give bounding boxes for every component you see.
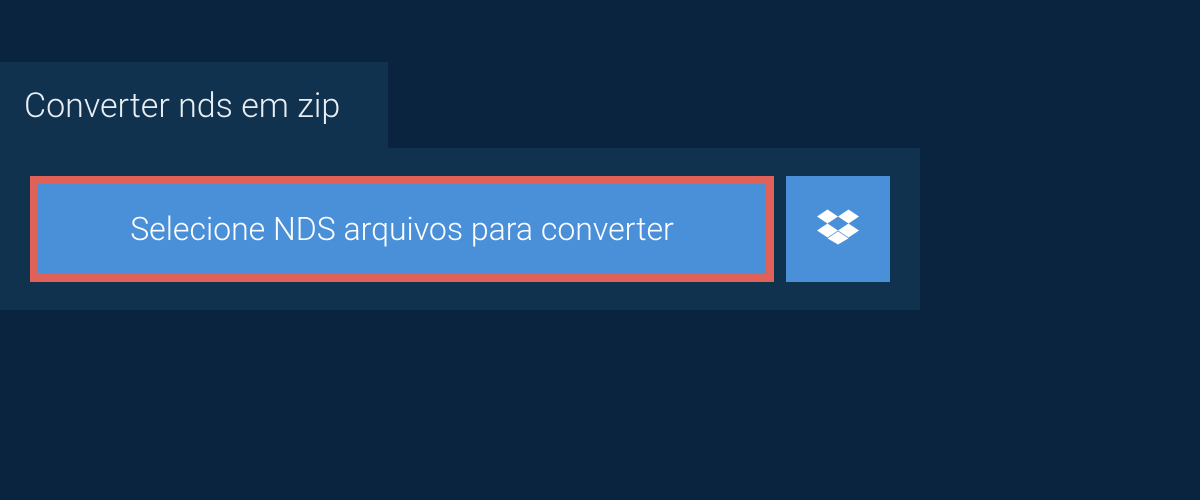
page-title: Converter nds em zip bbox=[0, 62, 388, 150]
dropbox-icon bbox=[817, 206, 859, 252]
select-files-label: Selecione NDS arquivos para converter bbox=[130, 210, 674, 248]
upload-panel: Selecione NDS arquivos para converter bbox=[0, 148, 920, 310]
dropbox-button[interactable] bbox=[786, 176, 890, 282]
page-title-text: Converter nds em zip bbox=[24, 86, 340, 126]
select-files-button[interactable]: Selecione NDS arquivos para converter bbox=[30, 176, 774, 282]
